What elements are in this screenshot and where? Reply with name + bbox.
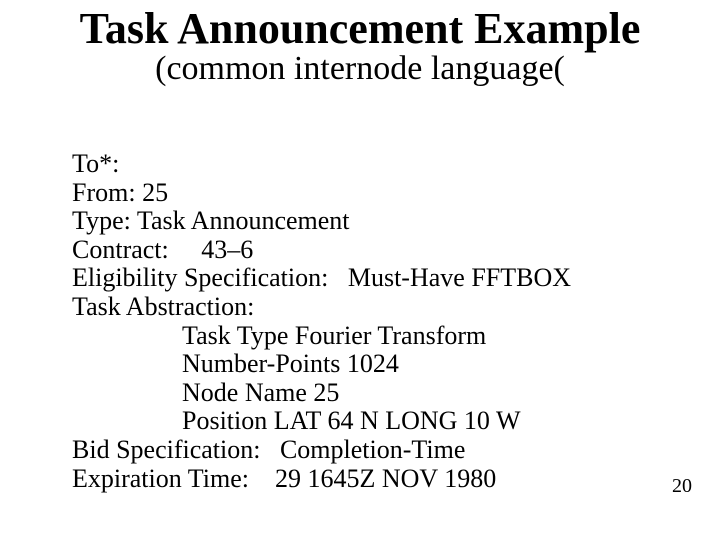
- value-abs2: Number-Points 1024: [182, 349, 399, 378]
- value-type: Task Announcement: [137, 206, 350, 235]
- value-expiration: 29 1645Z NOV 1980: [275, 464, 496, 493]
- value-eligibility: Must-Have FFTBOX: [348, 263, 571, 292]
- abstraction-line-4: Position LAT 64 N LONG 10 W: [72, 407, 680, 436]
- field-from: From: 25: [72, 179, 680, 208]
- label-to: To*:: [72, 149, 119, 178]
- field-eligibility: Eligibility Specification: Must-Have FFT…: [72, 264, 680, 293]
- field-abstraction-header: Task Abstraction:: [72, 293, 680, 322]
- label-bid: Bid Specification:: [72, 435, 260, 464]
- value-from: 25: [142, 178, 168, 207]
- slide-header: Task Announcement Example (common intern…: [0, 0, 720, 86]
- abstraction-line-2: Number-Points 1024: [72, 350, 680, 379]
- slide-subtitle: (common internode language(: [0, 52, 720, 86]
- label-from: From:: [72, 178, 136, 207]
- label-eligibility: Eligibility Specification:: [72, 263, 328, 292]
- abstraction-line-1: Task Type Fourier Transform: [72, 322, 680, 351]
- label-abstraction: Task Abstraction:: [72, 292, 254, 321]
- value-abs1: Task Type Fourier Transform: [182, 321, 486, 350]
- value-abs4: Position LAT 64 N LONG 10 W: [182, 406, 521, 435]
- slide: Task Announcement Example (common intern…: [0, 0, 720, 540]
- label-expiration: Expiration Time:: [72, 464, 249, 493]
- value-bid: Completion-Time: [280, 435, 465, 464]
- slide-title: Task Announcement Example: [0, 6, 720, 52]
- value-abs3: Node Name 25: [182, 378, 339, 407]
- label-contract: Contract:: [72, 235, 169, 264]
- field-to: To*:: [72, 150, 680, 179]
- abstraction-line-3: Node Name 25: [72, 379, 680, 408]
- slide-body: To*: From: 25 Type: Task Announcement Co…: [72, 150, 680, 493]
- page-number: 20: [672, 475, 692, 498]
- field-contract: Contract: 43–6: [72, 236, 680, 265]
- field-bid: Bid Specification: Completion-Time: [72, 436, 680, 465]
- value-contract: 43–6: [201, 235, 253, 264]
- field-type: Type: Task Announcement: [72, 207, 680, 236]
- field-expiration: Expiration Time: 29 1645Z NOV 1980: [72, 465, 680, 494]
- label-type: Type:: [72, 206, 131, 235]
